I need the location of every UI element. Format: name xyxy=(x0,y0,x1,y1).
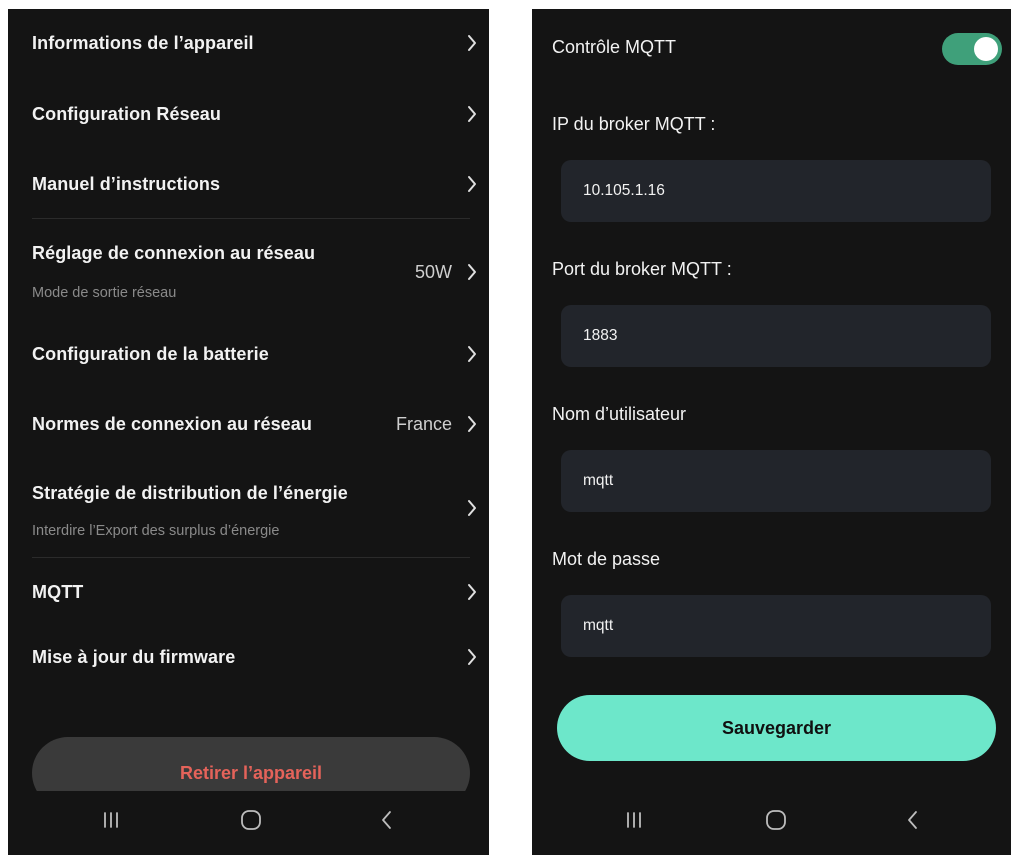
home-icon[interactable] xyxy=(761,805,791,835)
settings-item-subtitle: Mode de sortie réseau xyxy=(32,285,177,301)
settings-item-device-info[interactable]: Informations de l’appareil xyxy=(32,26,478,60)
android-navigation-bar xyxy=(8,791,489,855)
settings-item-value: 50W xyxy=(414,262,452,282)
toggle-knob xyxy=(974,37,998,61)
broker-ip-label: IP du broker MQTT : xyxy=(552,114,716,134)
home-icon[interactable] xyxy=(236,805,266,835)
recent-apps-icon[interactable] xyxy=(619,805,649,835)
settings-item-title: Réglage de connexion au réseau xyxy=(32,243,316,263)
broker-port-label: Port du broker MQTT : xyxy=(552,259,732,279)
settings-item-title: Normes de connexion au réseau xyxy=(32,413,312,434)
chevron-right-icon xyxy=(468,500,476,516)
password-input[interactable] xyxy=(561,595,991,657)
settings-item-grid-connection[interactable]: Réglage de connexion au réseau Mode de s… xyxy=(32,237,478,307)
chevron-right-icon xyxy=(468,35,476,51)
divider xyxy=(32,218,470,219)
settings-item-energy-strategy[interactable]: Stratégie de distribution de l’énergie I… xyxy=(32,479,478,549)
settings-item-title: Mise à jour du firmware xyxy=(32,646,236,667)
settings-item-battery-config[interactable]: Configuration de la batterie xyxy=(32,337,478,371)
mqtt-control-toggle[interactable] xyxy=(942,33,1002,65)
broker-ip-input[interactable] xyxy=(561,160,991,222)
chevron-right-icon xyxy=(468,346,476,362)
mqtt-settings-screen: Contrôle MQTT IP du broker MQTT : Port d… xyxy=(532,9,1011,855)
settings-item-title: Manuel d’instructions xyxy=(32,173,221,194)
settings-item-grid-standards[interactable]: Normes de connexion au réseau France xyxy=(32,407,478,441)
username-label: Nom d’utilisateur xyxy=(552,404,687,424)
mqtt-control-label: Contrôle MQTT xyxy=(552,37,677,57)
chevron-right-icon xyxy=(468,649,476,665)
back-icon[interactable] xyxy=(898,805,928,835)
settings-item-network-config[interactable]: Configuration Réseau xyxy=(32,97,478,131)
broker-port-input[interactable] xyxy=(561,305,991,367)
settings-item-title: Configuration de la batterie xyxy=(32,343,269,364)
chevron-right-icon xyxy=(468,106,476,122)
chevron-right-icon xyxy=(468,584,476,600)
username-input[interactable] xyxy=(561,450,991,512)
settings-item-title: MQTT xyxy=(32,581,84,602)
settings-item-subtitle: Interdire l’Export des surplus d’énergie xyxy=(32,523,280,539)
settings-item-title: Stratégie de distribution de l’énergie xyxy=(32,483,348,503)
settings-item-title: Informations de l’appareil xyxy=(32,32,254,53)
recent-apps-icon[interactable] xyxy=(96,805,126,835)
chevron-right-icon xyxy=(468,176,476,192)
chevron-right-icon xyxy=(468,416,476,432)
settings-item-title: Configuration Réseau xyxy=(32,103,222,124)
save-button[interactable]: Sauvegarder xyxy=(557,695,996,761)
settings-item-mqtt[interactable]: MQTT xyxy=(32,575,478,609)
settings-item-value: France xyxy=(395,413,452,434)
password-label: Mot de passe xyxy=(552,549,661,569)
back-icon[interactable] xyxy=(372,805,402,835)
device-settings-screen: Informations de l’appareil Configuration… xyxy=(8,9,489,855)
chevron-right-icon xyxy=(468,264,476,280)
divider xyxy=(32,557,470,558)
settings-item-firmware-update[interactable]: Mise à jour du firmware xyxy=(32,640,478,674)
settings-item-instruction-manual[interactable]: Manuel d’instructions xyxy=(32,167,478,201)
android-navigation-bar xyxy=(532,791,1011,855)
